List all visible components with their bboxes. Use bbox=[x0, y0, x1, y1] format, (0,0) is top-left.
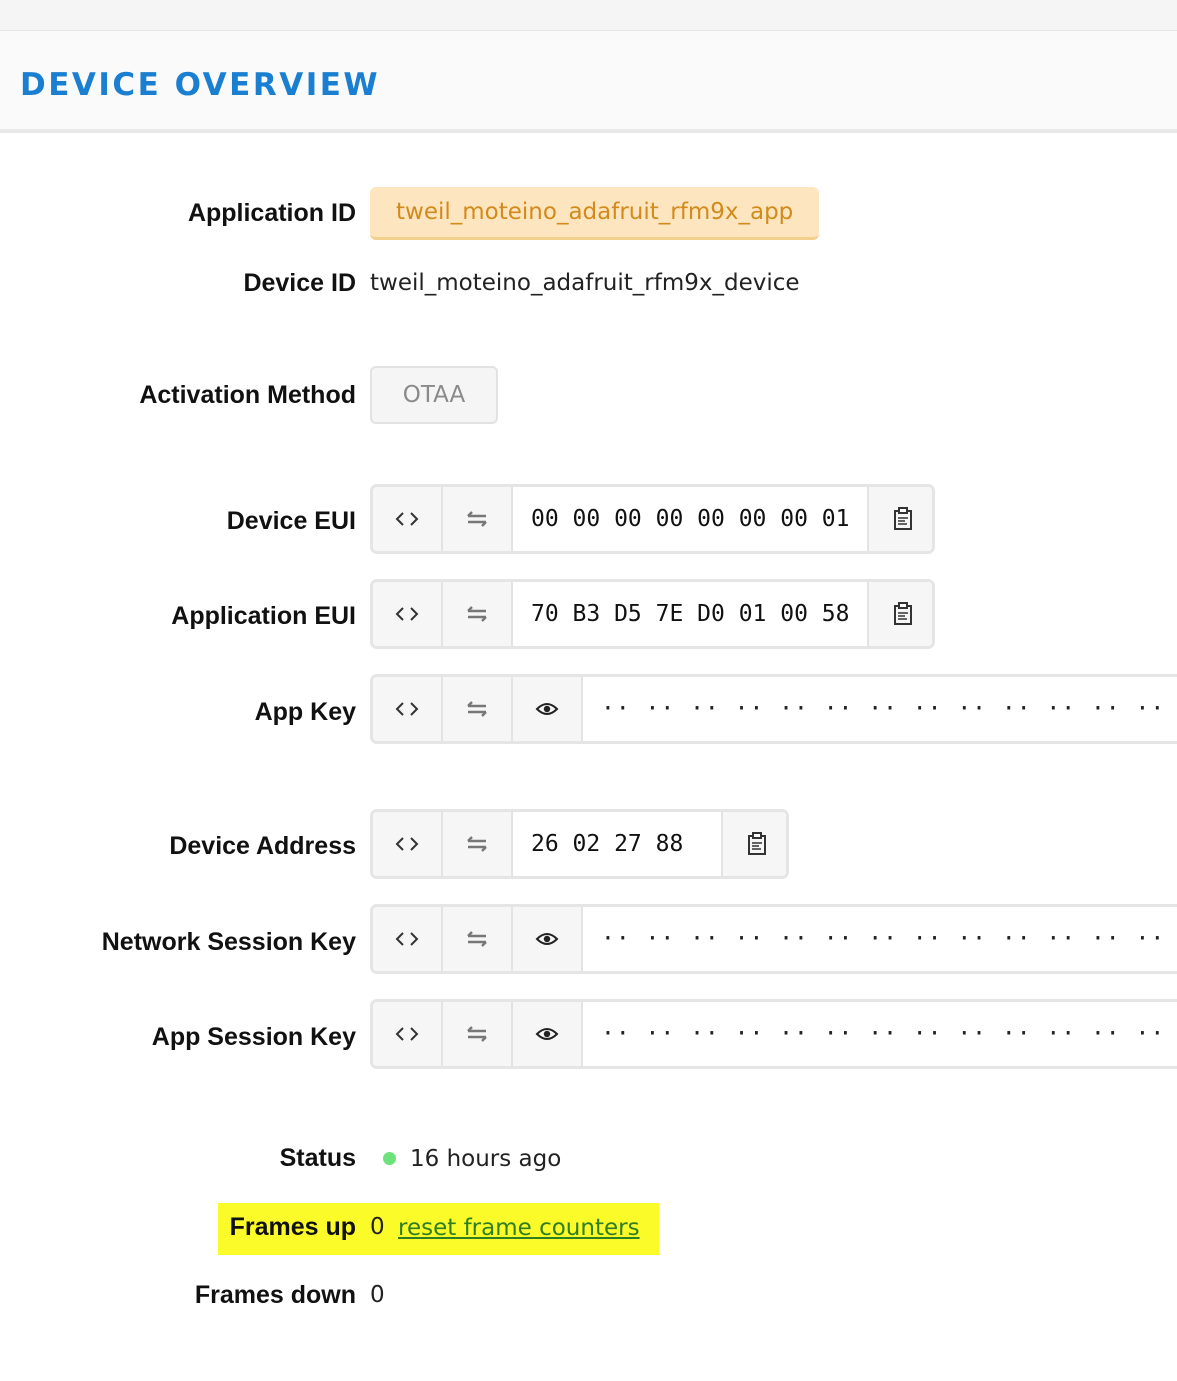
app-session-key-value[interactable]: ·· ·· ·· ·· ·· ·· ·· ·· ·· ·· ·· ·· ·· ·… bbox=[583, 1002, 1177, 1066]
frames-down-value: 0 bbox=[370, 1282, 385, 1308]
top-strip bbox=[0, 0, 1177, 31]
eye-icon[interactable] bbox=[513, 677, 583, 741]
frames-down-label: Frames down bbox=[194, 1281, 356, 1309]
code-icon[interactable] bbox=[373, 582, 443, 646]
device-address-label: Device Address bbox=[169, 832, 356, 860]
network-session-key-label: Network Session Key bbox=[101, 928, 356, 956]
device-eui-label: Device EUI bbox=[226, 507, 356, 535]
application-id-label: Application ID bbox=[187, 199, 356, 227]
swap-arrows-icon[interactable] bbox=[443, 812, 513, 876]
app-session-key-label: App Session Key bbox=[151, 1023, 356, 1051]
app-key-field: ·· ·· ·· ·· ·· ·· ·· ·· ·· ·· ·· ·· ·· ·… bbox=[370, 674, 1177, 744]
reset-frame-counters-link[interactable]: reset frame counters bbox=[398, 1213, 640, 1243]
status-value: 16 hours ago bbox=[410, 1146, 562, 1172]
device-eui-value[interactable]: 00 00 00 00 00 00 00 01 bbox=[513, 487, 867, 551]
code-icon[interactable] bbox=[373, 677, 443, 741]
clipboard-icon[interactable] bbox=[867, 487, 932, 551]
activation-method-label: Activation Method bbox=[139, 381, 356, 409]
status-indicator-dot bbox=[383, 1152, 396, 1165]
swap-arrows-icon[interactable] bbox=[443, 1002, 513, 1066]
app-session-key-field: ·· ·· ·· ·· ·· ·· ·· ·· ·· ·· ·· ·· ·· ·… bbox=[370, 999, 1177, 1069]
device-address-value[interactable]: 26 02 27 88 bbox=[513, 812, 721, 876]
swap-arrows-icon[interactable] bbox=[443, 677, 513, 741]
code-icon[interactable] bbox=[373, 907, 443, 971]
device-id-label: Device ID bbox=[243, 269, 356, 297]
frames-up-value: 0 bbox=[370, 1214, 385, 1240]
application-eui-label: Application EUI bbox=[171, 602, 356, 630]
swap-arrows-icon[interactable] bbox=[443, 582, 513, 646]
app-key-value[interactable]: ·· ·· ·· ·· ·· ·· ·· ·· ·· ·· ·· ·· ·· ·… bbox=[583, 677, 1177, 741]
frames-up-label: Frames up bbox=[229, 1213, 356, 1241]
eye-icon[interactable] bbox=[513, 1002, 583, 1066]
page-title: DEVICE OVERVIEW bbox=[20, 67, 381, 103]
swap-arrows-icon[interactable] bbox=[443, 487, 513, 551]
clipboard-icon[interactable] bbox=[867, 582, 932, 646]
application-eui-value[interactable]: 70 B3 D5 7E D0 01 00 58 bbox=[513, 582, 867, 646]
application-id-badge[interactable]: tweil_moteino_adafruit_rfm9x_app bbox=[370, 187, 820, 240]
swap-arrows-icon[interactable] bbox=[443, 907, 513, 971]
eye-icon[interactable] bbox=[513, 907, 583, 971]
status-label: Status bbox=[279, 1144, 356, 1172]
code-icon[interactable] bbox=[373, 1002, 443, 1066]
code-icon[interactable] bbox=[373, 812, 443, 876]
activation-method-badge: OTAA bbox=[370, 366, 498, 424]
device-address-field: 26 02 27 88 bbox=[370, 809, 789, 879]
clipboard-icon[interactable] bbox=[721, 812, 786, 876]
device-eui-field: 00 00 00 00 00 00 00 01 bbox=[370, 484, 935, 554]
network-session-key-field: ·· ·· ·· ·· ·· ·· ·· ·· ·· ·· ·· ·· ·· ·… bbox=[370, 904, 1177, 974]
page-header: DEVICE OVERVIEW bbox=[0, 31, 1177, 133]
device-id-value: tweil_moteino_adafruit_rfm9x_device bbox=[370, 270, 800, 296]
code-icon[interactable] bbox=[373, 487, 443, 551]
application-eui-field: 70 B3 D5 7E D0 01 00 58 bbox=[370, 579, 935, 649]
app-key-label: App Key bbox=[254, 698, 356, 726]
network-session-key-value[interactable]: ·· ·· ·· ·· ·· ·· ·· ·· ·· ·· ·· ·· ·· ·… bbox=[583, 907, 1177, 971]
